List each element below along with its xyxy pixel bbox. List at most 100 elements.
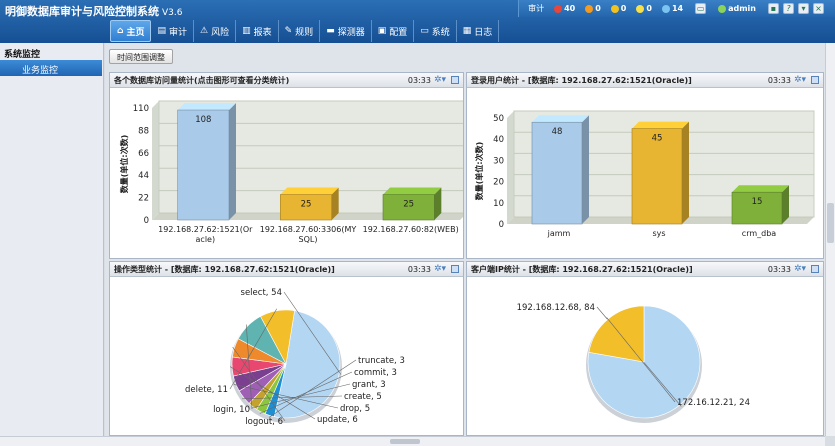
log-icon: ▦ [462,26,472,36]
gear-icon[interactable]: ✲▾ [434,264,446,274]
pie-label: commit, 3 [354,368,397,378]
panel-title: 登录用户统计 - [数据库: 192.168.27.62:1521(Oracle… [471,75,692,85]
bar-top [177,103,236,111]
data-label: 15 [752,197,763,207]
status-count-4[interactable]: 0 [636,4,652,13]
rule-icon: ✎ [284,26,293,36]
nav-item-home[interactable]: ⌂ 主页 [110,20,152,42]
maximize-icon[interactable] [451,265,459,273]
gear-icon[interactable]: ✲▾ [434,75,446,85]
y-tick-label: 88 [138,126,149,136]
report-icon: ▥ [242,26,251,36]
nav-item-system[interactable]: ▭ 系统 [414,20,457,42]
gear-icon[interactable]: ✲▾ [794,75,806,85]
nav-item-log[interactable]: ▦ 日志 [457,20,500,42]
operation-type-panel: 操作类型统计 - [数据库: 192.168.27.62:1521(Oracle… [109,261,464,436]
login-user-chart[interactable]: 0 10 20 30 40 50 数量(单位:次数) 48 jamm 45 sys 15 crm_dba [467,88,823,258]
data-label: 108 [195,115,211,125]
pie-label: grant, 3 [352,380,386,390]
bar-top [383,187,442,195]
app-version: V3.6 [162,8,183,18]
bar [531,121,583,225]
login-user-panel: 登录用户统计 - [数据库: 192.168.27.62:1521(Oracle… [466,72,824,259]
lock-icon[interactable]: ▪ [768,3,779,14]
nav-item-rule[interactable]: ✎ 规则 [279,20,321,42]
chart-side-wall [507,111,514,224]
nav-item-config[interactable]: ▣ 配置 [372,20,415,42]
pie-label: delete, 11 [185,385,228,395]
client-ip-chart[interactable]: 192.168.12.68, 84 172.16.12.21, 24 [467,277,823,435]
nav-item-label: 配置 [389,27,408,38]
caution-icon [610,4,619,13]
horizontal-scrollbar[interactable] [0,436,825,446]
operation-type-chart[interactable]: select, 54 truncate, 3 commit, 3 grant, 3 cr… [110,277,463,435]
y-tick-label: 22 [138,194,149,204]
pie-label: drop, 5 [340,404,370,414]
y-tick-label: 30 [493,156,504,166]
sidebar-header: 系统监控 [4,50,41,60]
user-menu[interactable]: admin [718,4,756,13]
monitor-icon[interactable]: ▭ [693,3,708,14]
status-count-2[interactable]: 0 [585,4,601,13]
sidebar: 系统监控 业务监控 [0,43,104,446]
x-tick-label: acle) [196,235,216,244]
vertical-scrollbar[interactable] [825,43,835,436]
y-tick-label: 0 [499,220,504,230]
client-ip-panel: 客户端IP统计 - [数据库: 192.168.27.62:1521(Oracl… [466,261,824,436]
x-tick-label: crm_dba [742,229,776,238]
close-icon[interactable]: × [813,3,824,14]
chart-side-wall [152,101,159,220]
time-range-button[interactable]: 时间范围调整 [109,49,173,64]
pie-label: select, 54 [241,288,282,298]
user-icon [718,4,727,13]
bar-top [280,187,339,195]
danger-icon [554,4,563,13]
panel-time: 03:33 [767,264,791,274]
y-tick-label: 20 [493,178,504,188]
pie-label: update, 6 [317,415,358,425]
nav-item-label: 规则 [295,27,314,38]
status-count-1[interactable]: 40 [554,4,575,13]
nav-item-label: 报表 [253,27,272,38]
help-icon[interactable]: ? [783,3,794,14]
maximize-icon[interactable] [811,76,819,84]
maximize-icon[interactable] [811,265,819,273]
y-tick-label: 0 [144,216,149,226]
bar-side [229,103,236,220]
x-tick-label: SQL) [299,235,318,244]
nav-item-label: 系统 [431,27,450,38]
y-tick-label: 66 [138,149,149,159]
nav-item-label: 审计 [168,27,187,38]
gear-icon[interactable]: ✲▾ [794,264,806,274]
audit-icon: ▤ [157,26,166,36]
pie-label: 172.16.12.21, 24 [677,398,750,408]
nav-item-label: 风险 [211,27,230,38]
nav-item-warning[interactable]: ⚠ 风险 [194,20,237,42]
db-access-panel: 各个数据库访问量统计(点击图形可查看分类统计) 03:33 ✲▾ 0 22 44 66 88… [109,72,468,259]
status-count-3[interactable]: 0 [610,4,627,13]
window-controls: ▪? ▾ × [766,3,826,14]
y-tick-label: 40 [493,135,504,145]
status-count-3-value: 0 [620,4,627,13]
nav-item-audit[interactable]: ▤ 审计 [151,20,194,42]
y-axis-label: 数量(单位:次数) [474,142,484,201]
maximize-icon[interactable] [451,76,459,84]
nav-item-report[interactable]: ▥ 报表 [236,20,279,42]
status-count-2-value: 0 [595,4,601,13]
x-tick-label: sys [652,229,665,238]
x-tick-label: 192.168.27.62:1521(Or [158,225,253,234]
panel-title: 客户端IP统计 - [数据库: 192.168.27.62:1521(Oracl… [471,264,693,274]
status-count-5[interactable]: 14 [661,4,683,13]
nav-item-probe[interactable]: ▬ 探测器 [320,20,372,42]
status-count-4-value: 0 [646,4,652,13]
panel-time: 03:33 [407,75,431,85]
db-access-chart[interactable]: 0 22 44 66 88 110 数量(单位:次数) 108 192.168.27.62:15… [110,88,468,258]
data-label: 25 [301,200,312,210]
dropdown-icon[interactable]: ▾ [798,3,809,14]
info-icon [661,4,670,13]
main-nav: ⌂ 主页 ▤ 审计 ⚠ 风险 ▥ 报表 ✎ 规则 ▬ 探测器 ▣ 配置 ▭ 系统 ▦ 日志 [110,20,500,42]
status-alert[interactable]: 审计 [528,3,544,14]
alert-icon [585,4,594,13]
sidebar-item-business-monitor[interactable]: 业务监控 [0,60,102,76]
username: admin [728,4,756,13]
